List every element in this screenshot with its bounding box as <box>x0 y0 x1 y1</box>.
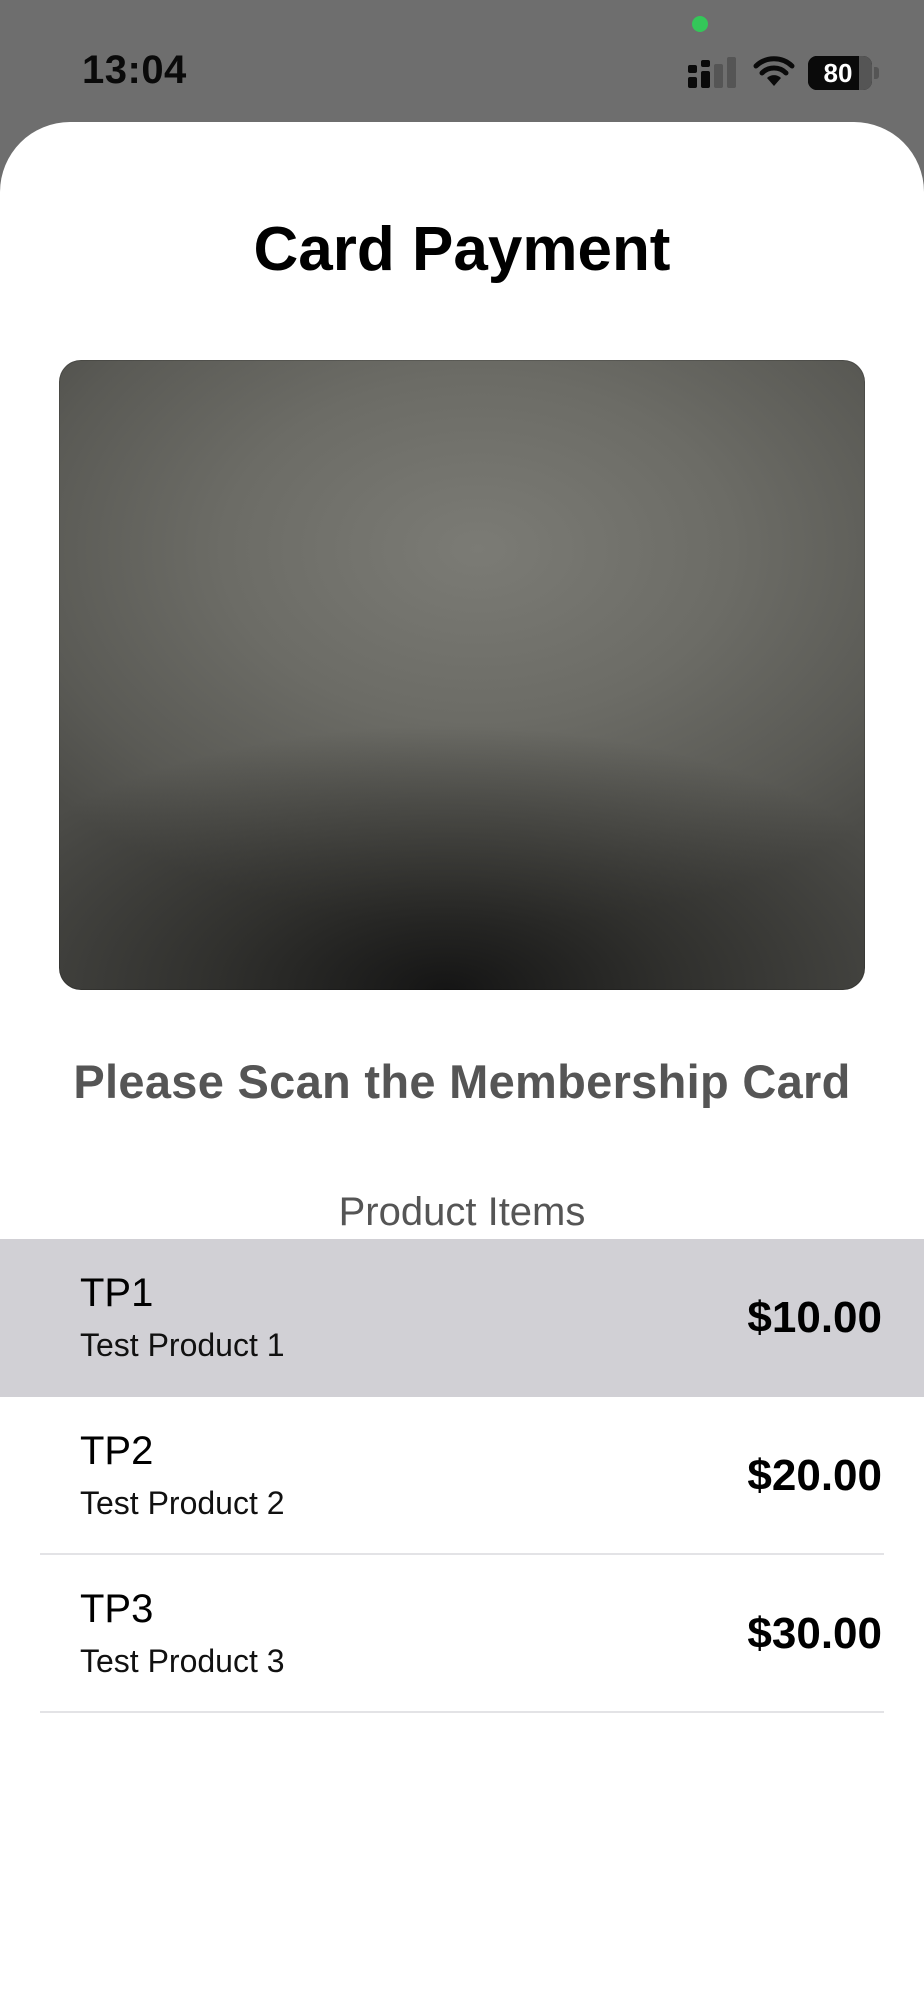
wifi-icon <box>753 56 795 86</box>
product-code: TP2 <box>80 1429 154 1473</box>
status-time: 13:04 <box>82 48 187 92</box>
scan-prompt: Please Scan the Membership Card <box>73 1055 851 1108</box>
product-price: $30.00 <box>747 1609 882 1658</box>
product-code: TP3 <box>80 1587 154 1631</box>
product-row[interactable]: TP1 Test Product 1 $10.00 <box>0 1239 924 1397</box>
battery-body: 80 <box>808 56 872 90</box>
battery-cap <box>874 67 879 79</box>
product-price: $20.00 <box>747 1451 882 1500</box>
row-divider <box>40 1711 884 1713</box>
battery-percentage: 80 <box>823 58 853 88</box>
product-name: Test Product 1 <box>80 1327 285 1363</box>
battery-icon: 80 <box>808 56 879 90</box>
page-title: Card Payment <box>253 215 671 284</box>
product-price: $10.00 <box>747 1293 882 1342</box>
product-name: Test Product 2 <box>80 1485 285 1521</box>
product-list: TP1 Test Product 1 $10.00 TP2 Test Produ… <box>0 1239 924 1713</box>
product-name: Test Product 3 <box>80 1643 285 1679</box>
payment-sheet: Card Payment Please Scan the Membership … <box>0 122 924 2000</box>
status-bar: 13:04 80 <box>0 0 924 122</box>
product-row[interactable]: TP2 Test Product 2 $20.00 <box>0 1397 924 1555</box>
product-code: TP1 <box>80 1271 154 1315</box>
privacy-indicator-dot <box>692 16 708 32</box>
cellular-signal-icon <box>688 57 736 88</box>
product-row[interactable]: TP3 Test Product 3 $30.00 <box>0 1555 924 1713</box>
section-title: Product Items <box>338 1190 586 1234</box>
camera-preview <box>59 360 865 990</box>
